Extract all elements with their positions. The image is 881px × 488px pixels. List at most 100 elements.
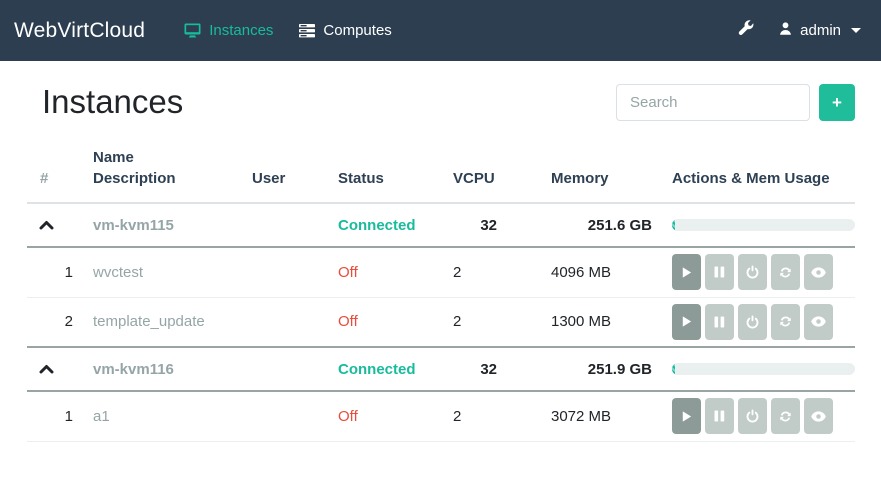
user-menu[interactable]: admin (768, 0, 867, 61)
server-icon (299, 24, 315, 38)
page-header: Instances + (0, 61, 881, 122)
host-vcpu: 32 (453, 203, 551, 247)
refresh-icon (779, 266, 792, 279)
nav-item-computes[interactable]: Computes (286, 0, 404, 61)
instance-status: Off (338, 391, 453, 441)
page-title: Instances (42, 82, 183, 122)
host-user-cell (252, 347, 338, 391)
nav-item-label: Computes (323, 22, 391, 39)
pause-icon (714, 316, 725, 328)
console-eye-button[interactable] (804, 254, 833, 290)
play-icon (680, 410, 693, 423)
settings-wrench-button[interactable] (724, 0, 768, 61)
host-vcpu: 32 (453, 347, 551, 391)
instance-memory: 1300 MB (551, 297, 672, 347)
power-icon (746, 315, 759, 329)
mem-usage-fill (672, 363, 675, 375)
mem-usage-bar (672, 363, 855, 375)
instance-index: 1 (27, 391, 93, 441)
refresh-button[interactable] (771, 254, 800, 290)
console-eye-button[interactable] (804, 304, 833, 340)
wrench-icon (738, 20, 754, 41)
user-name: admin (800, 22, 841, 39)
host-status: Connected (338, 203, 453, 247)
instance-memory: 4096 MB (551, 247, 672, 297)
instance-name-link[interactable]: a1 (93, 408, 110, 425)
instance-vcpu: 2 (453, 247, 551, 297)
search-group: + (616, 84, 855, 121)
navbar-right: admin (724, 0, 867, 61)
power-icon (746, 265, 759, 279)
pause-icon (714, 266, 725, 278)
instance-user-cell (252, 391, 338, 441)
instance-memory: 3072 MB (551, 391, 672, 441)
collapse-chevron-up-icon[interactable] (39, 364, 54, 374)
instance-vcpu: 2 (453, 391, 551, 441)
instance-index: 1 (27, 247, 93, 297)
instances-table: # Name Description User Status VCPU Memo… (27, 147, 855, 442)
power-off-button[interactable] (738, 304, 767, 340)
col-header-user: User (252, 147, 338, 203)
refresh-button[interactable] (771, 304, 800, 340)
add-instance-button[interactable]: + (819, 84, 855, 121)
nav-item-instances[interactable]: Instances (171, 0, 286, 61)
col-header-status: Status (338, 147, 453, 203)
instance-index: 2 (27, 297, 93, 347)
play-icon (680, 315, 693, 328)
chevron-down-icon (851, 28, 861, 33)
refresh-button[interactable] (771, 398, 800, 434)
col-header-actions: Actions & Mem Usage (672, 147, 855, 203)
play-button[interactable] (672, 254, 701, 290)
host-row: vm-kvm116 Connected 32 251.9 GB (27, 347, 855, 391)
pause-button[interactable] (705, 304, 734, 340)
instance-actions (672, 254, 855, 290)
eye-icon (811, 267, 826, 278)
pause-button[interactable] (705, 254, 734, 290)
instance-user-cell (252, 297, 338, 347)
nav-item-label: Instances (209, 22, 273, 39)
instance-actions (672, 304, 855, 340)
instance-row: 2 template_update Off 2 1300 MB (27, 297, 855, 347)
eye-icon (811, 411, 826, 422)
col-header-memory: Memory (551, 147, 672, 203)
play-button[interactable] (672, 398, 701, 434)
col-header-name: Name Description (93, 147, 252, 203)
host-row: vm-kvm115 Connected 32 251.6 GB (27, 203, 855, 247)
power-off-button[interactable] (738, 254, 767, 290)
instance-name-link[interactable]: wvctest (93, 264, 143, 281)
pause-icon (714, 410, 725, 422)
instance-status: Off (338, 297, 453, 347)
instance-actions (672, 398, 855, 434)
instance-user-cell (252, 247, 338, 297)
host-user-cell (252, 203, 338, 247)
desktop-icon (184, 23, 201, 38)
search-input[interactable] (616, 84, 810, 121)
instance-name-link[interactable]: template_update (93, 313, 205, 330)
host-name-link[interactable]: vm-kvm116 (93, 361, 174, 378)
collapse-chevron-up-icon[interactable] (39, 220, 54, 230)
play-button[interactable] (672, 304, 701, 340)
host-status: Connected (338, 347, 453, 391)
instance-row: 1 a1 Off 2 3072 MB (27, 391, 855, 441)
host-memory: 251.9 GB (551, 347, 672, 391)
instance-row: 1 wvctest Off 2 4096 MB (27, 247, 855, 297)
host-memory: 251.6 GB (551, 203, 672, 247)
mem-usage-fill (672, 219, 675, 231)
instance-status: Off (338, 247, 453, 297)
instance-vcpu: 2 (453, 297, 551, 347)
console-eye-button[interactable] (804, 398, 833, 434)
mem-usage-bar (672, 219, 855, 231)
power-off-button[interactable] (738, 398, 767, 434)
power-icon (746, 409, 759, 423)
refresh-icon (779, 315, 792, 328)
pause-button[interactable] (705, 398, 734, 434)
user-icon (778, 21, 793, 40)
navbar: WebVirtCloud Instances Computes (0, 0, 881, 61)
brand-link[interactable]: WebVirtCloud (14, 19, 145, 43)
col-header-vcpu: VCPU (453, 147, 551, 203)
host-name-link[interactable]: vm-kvm115 (93, 217, 174, 234)
refresh-icon (779, 410, 792, 423)
table-header-row: # Name Description User Status VCPU Memo… (27, 147, 855, 203)
eye-icon (811, 316, 826, 327)
col-header-num: # (27, 147, 93, 203)
